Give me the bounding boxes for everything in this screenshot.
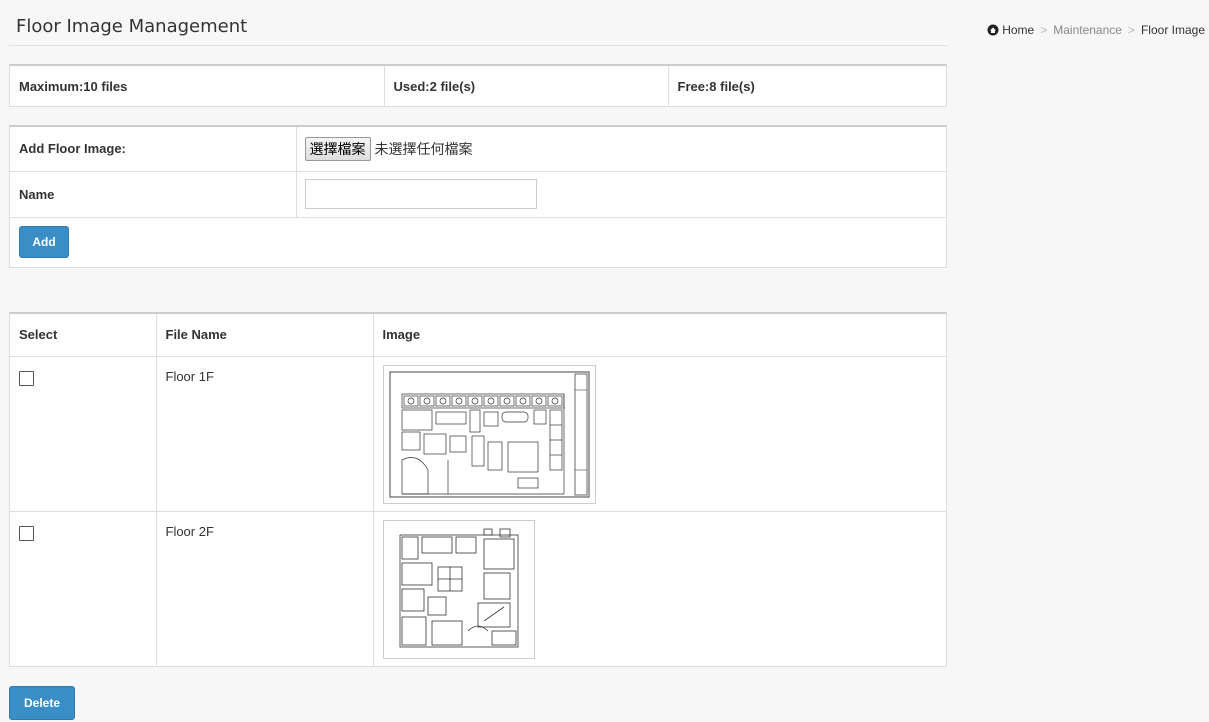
- select-checkbox[interactable]: [19, 525, 34, 541]
- breadcrumb-separator: >: [1127, 23, 1135, 37]
- header-divider: [9, 45, 947, 46]
- page-header: Floor Image Management Home > Maintenanc…: [0, 0, 1209, 46]
- delete-button[interactable]: Delete: [9, 686, 75, 720]
- breadcrumb-current: Floor Image: [1140, 23, 1205, 37]
- file-name: Floor 1F: [165, 368, 214, 384]
- floor-plan-2f-image: [387, 524, 530, 654]
- used-files: Used:2 file(s): [384, 66, 669, 106]
- floor-plan-1f-image: [389, 371, 589, 497]
- table-row: Floor 1F: [10, 356, 946, 512]
- breadcrumb: Home > Maintenance > Floor Image: [987, 23, 1205, 37]
- file-picker: 選擇檔案 未選擇任何檔案: [296, 127, 946, 172]
- breadcrumb-maintenance[interactable]: Maintenance: [1053, 23, 1122, 37]
- free-files: Free:8 file(s): [677, 78, 755, 94]
- file-name: Floor 2F: [165, 523, 214, 539]
- storage-stats-panel: Maximum:10 files Used:2 file(s) Free:8 f…: [9, 64, 947, 107]
- select-checkbox[interactable]: [19, 370, 34, 386]
- column-header-file-name: File Name: [156, 314, 374, 357]
- floor-image-thumbnail: [382, 519, 535, 659]
- name-input[interactable]: [304, 179, 537, 209]
- table-row: Floor 2F: [10, 511, 946, 666]
- column-header-image: Image: [373, 314, 946, 357]
- add-floor-image-label: Add Floor Image:: [10, 127, 297, 172]
- column-header-select: Select: [10, 314, 157, 357]
- maximum-files: Maximum:10 files: [10, 66, 385, 106]
- floor-images-table: Select File Name Image Floor 1F Floor 2F: [9, 312, 947, 667]
- page-title: Floor Image Management: [16, 16, 248, 37]
- name-label: Name: [10, 171, 297, 218]
- add-button[interactable]: Add: [19, 226, 69, 259]
- breadcrumb-separator: >: [1040, 23, 1048, 37]
- add-floor-image-panel: Add Floor Image: 選擇檔案 未選擇任何檔案 Name Add: [9, 125, 947, 268]
- home-icon: [987, 24, 999, 36]
- file-status: 未選擇任何檔案: [374, 141, 473, 158]
- breadcrumb-home[interactable]: Home: [1002, 23, 1034, 37]
- choose-file-button[interactable]: 選擇檔案: [304, 136, 371, 161]
- floor-image-thumbnail: [382, 364, 596, 504]
